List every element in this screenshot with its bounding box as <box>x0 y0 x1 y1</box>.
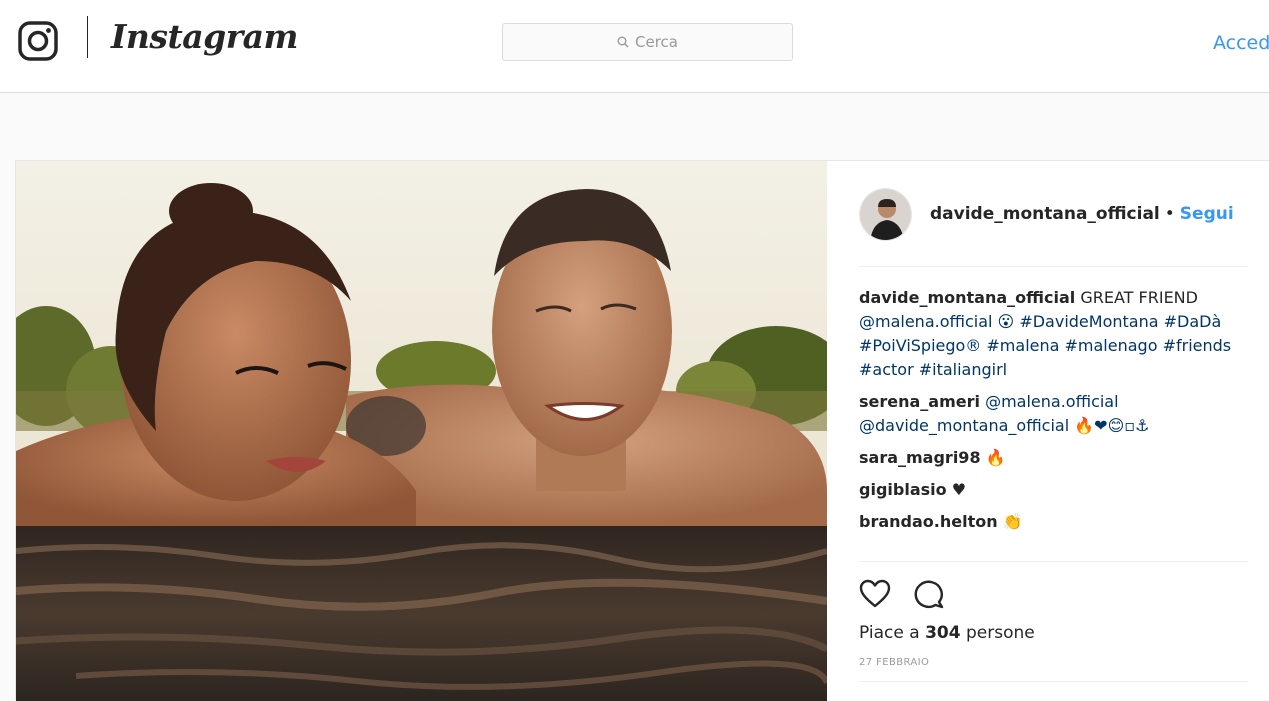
post-card: davide_montana_official • Segui davide_m… <box>15 160 1269 701</box>
post-date[interactable]: 27 FEBBRAIO <box>859 657 929 668</box>
post-sidebar: davide_montana_official • Segui davide_m… <box>827 161 1269 701</box>
like-count[interactable]: Piace a 304 persone <box>859 623 1035 643</box>
comment-text: ♥ <box>946 480 967 499</box>
comment-text: 🔥 <box>980 448 1006 467</box>
comment-username[interactable]: gigiblasio <box>859 480 947 499</box>
search-icon <box>617 36 629 48</box>
likes-number: 304 <box>925 623 961 643</box>
likes-suffix: persone <box>960 623 1035 643</box>
post-photo-image <box>16 161 827 701</box>
comment-item: gigiblasio ♥ <box>859 478 1254 502</box>
comment-item: serena_ameri @malena.official @davide_mo… <box>859 390 1254 438</box>
search-placeholder: Cerca <box>635 33 678 51</box>
comment-list: davide_montana_official GREAT FRIEND @ma… <box>859 286 1254 542</box>
search-input[interactable]: Cerca <box>502 23 793 61</box>
post-header: davide_montana_official • Segui <box>859 187 1248 241</box>
comment-text: 👏 <box>997 512 1023 531</box>
heart-icon[interactable] <box>859 579 891 609</box>
follow-button[interactable]: Segui <box>1180 204 1234 224</box>
comment-username[interactable]: davide_montana_official <box>859 288 1075 307</box>
login-link[interactable]: Accedi <box>1213 30 1269 56</box>
instagram-camera-icon[interactable] <box>18 21 58 61</box>
comment-icon[interactable] <box>913 579 945 609</box>
top-navigation-bar: Instagram Cerca Accedi <box>0 0 1269 93</box>
comment-username[interactable]: brandao.helton <box>859 512 998 531</box>
instagram-wordmark[interactable]: Instagram <box>111 12 298 62</box>
actions-divider <box>859 561 1248 562</box>
post-photo[interactable] <box>16 161 827 701</box>
comment-tags[interactable]: @malena.official 😮 #DavideMontana #DaDà … <box>859 312 1231 379</box>
post-actions <box>859 579 945 609</box>
likes-prefix: Piace a <box>859 623 926 643</box>
bottom-divider <box>859 681 1248 682</box>
avatar-image <box>860 188 911 240</box>
comment-text: GREAT FRIEND <box>1075 288 1198 307</box>
comment-item: sara_magri98 🔥 <box>859 446 1254 470</box>
comment-item: brandao.helton 👏 <box>859 510 1254 534</box>
header-divider <box>859 266 1248 267</box>
comment-username[interactable]: serena_ameri <box>859 392 980 411</box>
comment-username[interactable]: sara_magri98 <box>859 448 981 467</box>
comment-item: davide_montana_official GREAT FRIEND @ma… <box>859 286 1254 382</box>
author-avatar[interactable] <box>859 187 912 241</box>
header-separator: • <box>1164 204 1175 224</box>
brand-divider <box>87 16 88 58</box>
author-username[interactable]: davide_montana_official <box>930 204 1160 224</box>
